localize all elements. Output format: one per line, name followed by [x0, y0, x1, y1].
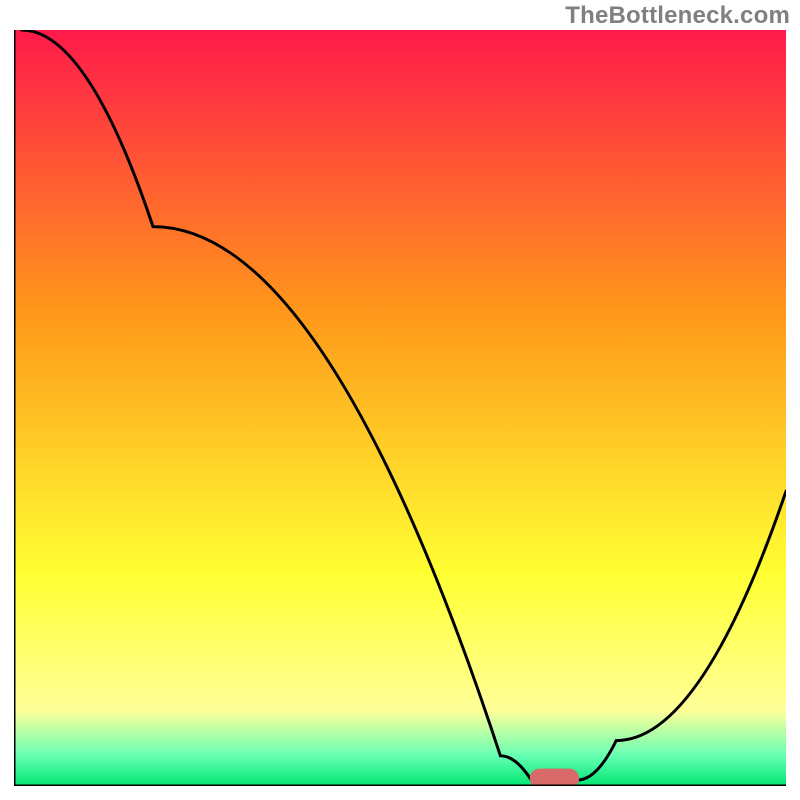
gradient-background — [14, 30, 786, 786]
plot-svg — [14, 30, 786, 786]
bottleneck-plot — [14, 30, 786, 786]
optimal-marker — [530, 769, 579, 786]
watermark-text: TheBottleneck.com — [565, 2, 790, 30]
chart-stage: TheBottleneck.com — [0, 0, 800, 800]
